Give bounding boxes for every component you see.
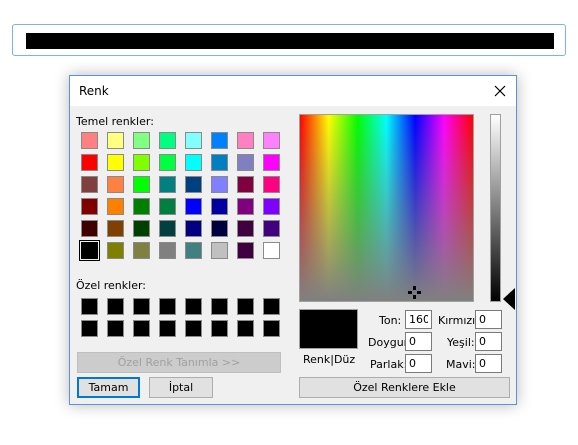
basic-color-swatch[interactable] (159, 242, 176, 259)
basic-color-swatch[interactable] (237, 242, 254, 259)
basic-color-swatch[interactable] (263, 242, 280, 259)
basic-color-swatch[interactable] (185, 154, 202, 171)
add-to-custom-colors-button[interactable]: Özel Renklere Ekle (299, 377, 510, 398)
basic-color-swatch[interactable] (79, 240, 100, 261)
basic-color-swatch[interactable] (133, 132, 150, 149)
basic-color-swatch[interactable] (185, 132, 202, 149)
basic-colors-label: Temel renkler: (76, 115, 154, 128)
basic-color-swatch[interactable] (81, 176, 98, 193)
red-label: Kırmızı: (438, 314, 479, 327)
custom-color-swatch[interactable] (211, 320, 228, 337)
basic-color-swatch[interactable] (211, 242, 228, 259)
custom-color-swatch[interactable] (237, 298, 254, 315)
custom-color-swatch[interactable] (133, 298, 150, 315)
selected-color-bar[interactable] (12, 24, 566, 56)
basic-color-swatch[interactable] (211, 220, 228, 237)
ok-button[interactable]: Tamam (77, 377, 140, 398)
luminance-label: Parlak: (370, 358, 408, 371)
basic-color-swatch[interactable] (159, 220, 176, 237)
color-preview (299, 309, 358, 349)
luminance-slider[interactable] (490, 114, 501, 302)
basic-color-swatch[interactable] (237, 132, 254, 149)
custom-color-swatch[interactable] (263, 298, 280, 315)
basic-color-swatch[interactable] (211, 198, 228, 215)
custom-color-swatch[interactable] (107, 298, 124, 315)
luminance-field[interactable] (405, 354, 432, 373)
basic-color-swatch[interactable] (237, 176, 254, 193)
dialog-titlebar: Renk (70, 76, 516, 106)
saturation-field[interactable] (405, 332, 432, 351)
crosshair-icon (408, 286, 421, 299)
basic-color-swatch[interactable] (133, 220, 150, 237)
basic-color-swatch[interactable] (263, 198, 280, 215)
basic-color-swatch[interactable] (159, 132, 176, 149)
color-dialog: Renk Temel renkler: Özel renkler: Özel R… (69, 75, 517, 405)
define-custom-colors-button[interactable]: Özel Renk Tanımla >> (77, 352, 281, 373)
custom-color-swatch[interactable] (133, 320, 150, 337)
cancel-button[interactable]: İptal (149, 377, 213, 398)
basic-color-swatch[interactable] (81, 198, 98, 215)
basic-color-swatch[interactable] (185, 220, 202, 237)
custom-color-swatch[interactable] (237, 320, 254, 337)
green-field[interactable] (475, 332, 502, 351)
basic-color-swatch[interactable] (237, 220, 254, 237)
basic-color-swatch[interactable] (263, 132, 280, 149)
custom-colors-label: Özel renkler: (76, 279, 147, 292)
basic-color-swatch[interactable] (107, 198, 124, 215)
basic-color-swatch[interactable] (185, 176, 202, 193)
red-field[interactable] (475, 310, 502, 329)
basic-color-swatch[interactable] (107, 220, 124, 237)
close-icon[interactable] (488, 79, 512, 103)
basic-color-swatch[interactable] (107, 176, 124, 193)
custom-color-swatch[interactable] (159, 298, 176, 315)
green-label: Yeşil: (447, 336, 475, 349)
blue-field[interactable] (475, 354, 502, 373)
basic-color-swatch[interactable] (185, 242, 202, 259)
basic-color-swatch[interactable] (81, 220, 98, 237)
basic-color-swatch[interactable] (263, 154, 280, 171)
custom-color-swatch[interactable] (107, 320, 124, 337)
custom-color-swatch[interactable] (81, 298, 98, 315)
basic-color-swatch[interactable] (159, 198, 176, 215)
hue-label: Ton: (379, 314, 402, 327)
custom-color-swatch[interactable] (159, 320, 176, 337)
basic-color-swatch[interactable] (107, 132, 124, 149)
basic-color-swatch[interactable] (237, 154, 254, 171)
basic-color-swatch[interactable] (211, 154, 228, 171)
selected-color-swatch (26, 33, 554, 49)
basic-color-swatch[interactable] (107, 242, 124, 259)
basic-color-swatch[interactable] (185, 198, 202, 215)
basic-color-swatch[interactable] (133, 154, 150, 171)
color-solid-label: Renk|Düz (303, 353, 356, 366)
basic-color-swatch[interactable] (159, 176, 176, 193)
custom-color-swatch[interactable] (81, 320, 98, 337)
basic-color-swatch[interactable] (133, 242, 150, 259)
basic-color-swatch[interactable] (263, 220, 280, 237)
basic-color-swatch[interactable] (263, 176, 280, 193)
basic-color-swatch[interactable] (107, 154, 124, 171)
basic-color-swatch[interactable] (211, 132, 228, 149)
basic-color-swatch[interactable] (133, 176, 150, 193)
basic-color-swatch[interactable] (81, 132, 98, 149)
basic-color-swatch[interactable] (211, 176, 228, 193)
dialog-title: Renk (79, 84, 109, 98)
luminance-arrow-icon[interactable] (503, 288, 515, 310)
basic-color-swatch[interactable] (237, 198, 254, 215)
color-spectrum[interactable] (299, 114, 474, 302)
custom-color-swatch[interactable] (185, 298, 202, 315)
basic-color-swatch[interactable] (133, 198, 150, 215)
custom-color-swatch[interactable] (211, 298, 228, 315)
hue-field[interactable] (405, 310, 432, 329)
custom-color-swatch[interactable] (263, 320, 280, 337)
basic-color-swatch[interactable] (159, 154, 176, 171)
blue-label: Mavi: (446, 358, 476, 371)
custom-color-swatch[interactable] (185, 320, 202, 337)
basic-color-swatch[interactable] (81, 154, 98, 171)
